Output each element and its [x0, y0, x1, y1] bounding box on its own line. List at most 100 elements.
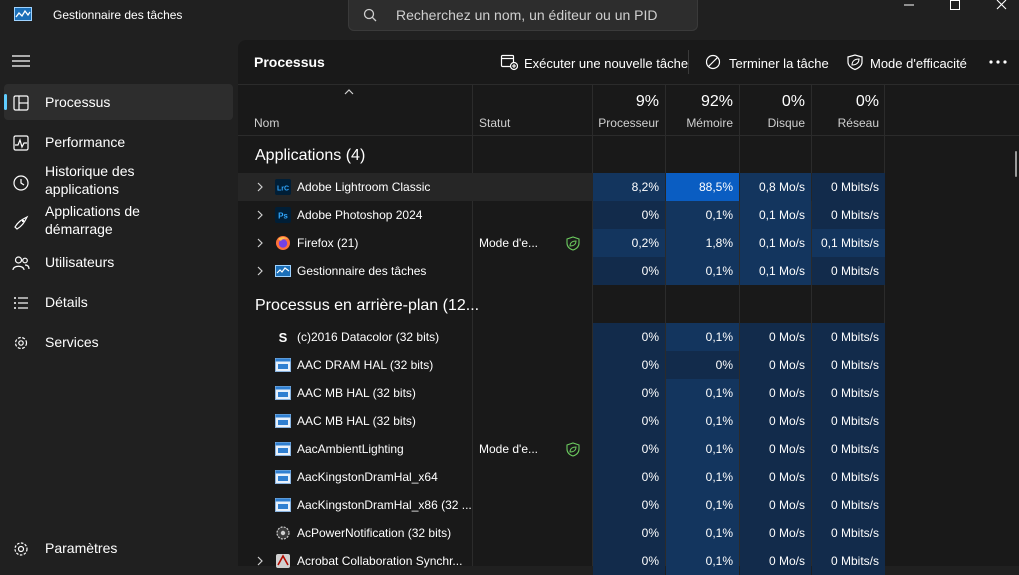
- chevron-right-icon[interactable]: [256, 556, 264, 566]
- table-row[interactable]: Firefox (21) Mode d'e... 0,2% 1,8% 0,1 Mo/s 0…: [238, 229, 885, 257]
- column-disk-header[interactable]: 0% Disque: [740, 85, 811, 135]
- memory-cell: 0,1%: [666, 435, 739, 463]
- column-status-header[interactable]: Statut: [479, 116, 510, 130]
- close-icon: [996, 0, 1007, 10]
- app-window-icon: [275, 413, 291, 429]
- network-cell: 0,1 Mbits/s: [812, 229, 885, 257]
- memory-total: 92%: [700, 93, 733, 110]
- disk-cell: 0 Mo/s: [740, 323, 811, 351]
- group-header-background[interactable]: Processus en arrière-plan (12...: [255, 297, 479, 315]
- column-memory-header[interactable]: 92% Mémoire: [666, 85, 739, 135]
- sidebar-item-services[interactable]: Services: [4, 324, 233, 360]
- sidebar-item-settings[interactable]: Paramètres: [4, 530, 233, 566]
- cpu-label: Processeur: [598, 116, 659, 130]
- memory-label: Mémoire: [686, 116, 733, 130]
- disk-cell: 0,1 Mo/s: [740, 229, 811, 257]
- sort-ascending-icon[interactable]: [344, 88, 354, 96]
- main-panel: Processus Exécuter une nouvelle tâche Te…: [238, 40, 1019, 575]
- table-row[interactable]: AAC DRAM HAL (32 bits) 0% 0% 0 Mo/s 0 Mbits/…: [238, 351, 885, 379]
- chevron-right-icon[interactable]: [256, 210, 264, 220]
- disk-total: 0%: [781, 93, 805, 110]
- process-name: Firefox (21): [297, 236, 359, 250]
- group-header-applications[interactable]: Applications (4): [255, 147, 365, 165]
- network-label: Réseau: [837, 116, 879, 130]
- sidebar-item-label: Historique des applications: [45, 163, 135, 197]
- network-cell: 0 Mbits/s: [812, 323, 885, 351]
- network-total: 0%: [855, 93, 879, 110]
- app-window-icon: [275, 469, 291, 485]
- table-row[interactable]: AAC MB HAL (32 bits) 0% 0,1% 0 Mo/s 0 Mbits/…: [238, 379, 885, 407]
- process-name: AacKingstonDramHal_x86 (32 ...: [297, 498, 472, 512]
- efficiency-leaf-icon: [566, 236, 580, 251]
- sidebar-item-history[interactable]: Historique des applications: [4, 163, 233, 200]
- cpu-cell: 0%: [593, 201, 665, 229]
- task-manager-icon: [275, 263, 291, 279]
- toolbar: Processus Exécuter une nouvelle tâche Te…: [238, 40, 1019, 85]
- table-row[interactable]: AacKingstonDramHal_x64 0% 0,1% 0 Mo/s 0 Mbit…: [238, 463, 885, 491]
- window-title: Gestionnaire des tâches: [53, 8, 183, 22]
- column-cpu-header[interactable]: 9% Processeur: [593, 85, 665, 135]
- close-button[interactable]: [977, 0, 1019, 30]
- network-cell: 0 Mbits/s: [812, 491, 885, 519]
- chevron-right-icon[interactable]: [256, 238, 264, 248]
- table-row[interactable]: Gestionnaire des tâches 0% 0,1% 0,1 Mo/s 0 M…: [238, 257, 885, 285]
- process-name: (c)2016 Datacolor (32 bits): [297, 330, 440, 344]
- cpu-cell: 0%: [593, 323, 665, 351]
- network-cell: 0 Mbits/s: [812, 351, 885, 379]
- memory-cell: 0%: [666, 351, 739, 379]
- memory-cell: 0,1%: [666, 463, 739, 491]
- table-row[interactable]: AAC MB HAL (32 bits) 0% 0,1% 0 Mo/s 0 Mbits/…: [238, 407, 885, 435]
- acrobat-icon: [275, 553, 291, 569]
- details-icon: [14, 297, 28, 309]
- hamburger-menu-icon[interactable]: [12, 54, 30, 68]
- process-name: AacKingstonDramHal_x64: [297, 470, 438, 484]
- disk-cell: 0 Mo/s: [740, 519, 811, 547]
- maximize-icon: [950, 0, 960, 10]
- table-row[interactable]: Acrobat Collaboration Synchr... 0% 0,1% 0 M…: [238, 547, 885, 575]
- sidebar-item-startup[interactable]: Applications de démarrage: [4, 203, 233, 240]
- processes-icon: [13, 95, 29, 111]
- sidebar-item-users[interactable]: Utilisateurs: [4, 244, 233, 280]
- table-row[interactable]: AcPowerNotification (32 bits) 0% 0,1% 0 Mo/…: [238, 519, 885, 547]
- cpu-cell: 0%: [593, 491, 665, 519]
- svg-text:LrC: LrC: [277, 186, 289, 193]
- cpu-cell: 0%: [593, 257, 665, 285]
- network-cell: 0 Mbits/s: [812, 463, 885, 491]
- table-row[interactable]: AacAmbientLighting Mode d'e... 0% 0,1% 0 Mo/…: [238, 435, 885, 463]
- efficiency-leaf-icon: [566, 442, 580, 457]
- toolbar-divider: [688, 50, 689, 74]
- network-cell: 0 Mbits/s: [812, 407, 885, 435]
- column-name-header[interactable]: Nom: [254, 116, 279, 130]
- memory-cell: 0,1%: [666, 547, 739, 575]
- table-row[interactable]: Ps Adobe Photoshop 2024 0% 0,1% 0,1 Mo/s 0 Mb…: [238, 201, 885, 229]
- search-input[interactable]: Recherchez un nom, un éditeur ou un PID: [396, 7, 658, 23]
- table-row[interactable]: LrC Adobe Lightroom Classic 8,2% 88,5% 0,8 M…: [238, 173, 885, 201]
- table-row[interactable]: S (c)2016 Datacolor (32 bits) 0% 0,1% 0 Mo/s…: [238, 323, 885, 351]
- firefox-icon: [275, 235, 291, 251]
- minimize-button[interactable]: [885, 0, 931, 30]
- process-name: AAC MB HAL (32 bits): [297, 414, 416, 428]
- cpu-cell: 0%: [593, 351, 665, 379]
- sidebar-item-label: Services: [45, 334, 99, 350]
- chevron-right-icon[interactable]: [256, 266, 264, 276]
- more-options-icon[interactable]: [986, 52, 1010, 72]
- column-network-header[interactable]: 0% Réseau: [812, 85, 885, 135]
- users-icon: [12, 256, 30, 271]
- performance-icon: [13, 135, 29, 151]
- memory-cell: 0,1%: [666, 491, 739, 519]
- efficiency-leaf-icon: [847, 54, 863, 71]
- sidebar-item-label: Processus: [45, 94, 111, 110]
- sidebar-item-label: Détails: [45, 294, 88, 310]
- chevron-right-icon[interactable]: [256, 182, 264, 192]
- sidebar-item-processus[interactable]: Processus: [4, 84, 233, 120]
- sidebar-item-performance[interactable]: Performance: [4, 124, 233, 160]
- disk-cell: 0 Mo/s: [740, 407, 811, 435]
- gear-icon: [14, 542, 28, 556]
- table-row[interactable]: AacKingstonDramHal_x86 (32 ... 0% 0,1% 0 Mo…: [238, 491, 885, 519]
- column-header: Nom Statut 9% Processeur 92% Mémoire 0% …: [238, 85, 1019, 136]
- maximize-button[interactable]: [931, 0, 977, 30]
- sidebar-item-details[interactable]: Détails: [4, 284, 233, 320]
- cpu-cell: 0%: [593, 519, 665, 547]
- search-box[interactable]: Recherchez un nom, un éditeur ou un PID: [348, 0, 698, 31]
- scrollbar-thumb[interactable]: [1015, 151, 1017, 177]
